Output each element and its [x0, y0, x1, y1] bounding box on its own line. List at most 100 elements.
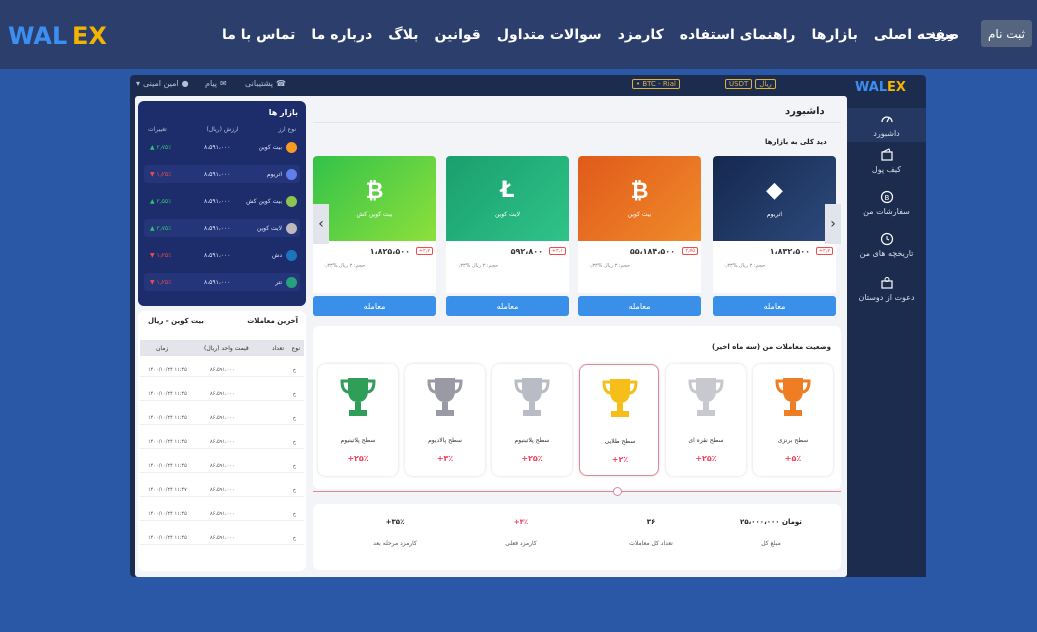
nav-guide[interactable]: راهنمای استفاده	[680, 27, 796, 43]
th-time: زمان	[156, 344, 169, 352]
market-row[interactable]: ▼ ۱٫۲۵٪ ۸،۵۹۱،۰۰۰ اتریوم	[144, 165, 300, 183]
nav-faq[interactable]: سوالات متداول	[497, 27, 602, 43]
market-price: ۸،۵۹۱،۰۰۰	[204, 197, 231, 205]
sidebar-item-orders[interactable]: B سفارشات من	[847, 190, 926, 216]
coin-card-info: ۰٫۳۳% حجم: ۳ ریال	[588, 263, 631, 269]
market-change: ▼ ۱٫۲۵٪	[150, 170, 172, 178]
level-card[interactable]: سطح پلاتینیوم +۲۵٪	[318, 364, 398, 476]
sidebar-label-invite: دعوت از دوستان	[858, 293, 915, 302]
market-coin-name: دش	[272, 251, 282, 259]
trade-time: ۱۴۰۰/۱۰/۲۴ ۱۱:۴۵	[148, 439, 187, 445]
login-button[interactable]: ورود	[930, 27, 955, 42]
market-coin-name: اتریوم	[266, 170, 282, 178]
level-name: سطح طلایی	[604, 438, 636, 445]
trade-status-panel: وضعیت معاملات من (سه ماه اخیر) سطح پلاتی…	[313, 326, 841, 489]
pair-selector[interactable]: • BTC - Rial	[632, 79, 680, 89]
level-card[interactable]: سطح نقره ای +۲۵٪	[666, 364, 746, 476]
th-unit-price: قیمت واحد (ریال)	[204, 344, 249, 352]
trade-time: ۱۴۰۰/۱۰/۲۴ ۱۱:۴۵	[148, 415, 187, 421]
coin-card-price: ۵۹۲،۸۰۰	[510, 247, 543, 256]
wallet-icon	[880, 148, 893, 161]
level-card[interactable]: سطح پالادیوم +۳٪	[405, 364, 485, 476]
coin-card: ◆ اتریوم ۱،۸۳۲،۵۰۰ +۲٫۷ ۰٫۳۳% حجم: ۳ ریال معا…	[713, 156, 836, 316]
signup-button[interactable]: ثبت نام	[981, 20, 1032, 47]
level-card[interactable]: سطح پلاتینیوم +۲۵٪	[492, 364, 572, 476]
market-row[interactable]: ▼ ۱٫۲۵٪ ۸،۵۹۱،۰۰۰ تتر	[144, 273, 300, 291]
orders-icon: B	[880, 190, 893, 204]
sidebar-label-wallet: کیف پول	[871, 165, 902, 174]
trade-button[interactable]: معامله	[713, 296, 836, 316]
sidebar-item-dashboard[interactable]: داشبورد	[847, 108, 926, 142]
trade-time: ۱۴۰۰/۱۰/۲۴ ۱۱:۴۵	[148, 463, 187, 469]
nav-fees[interactable]: کارمزد	[618, 27, 664, 43]
market-row[interactable]: ▲ ۲٫۷۵٪ ۸،۵۹۱،۰۰۰ بیت کوین	[144, 138, 300, 156]
invite-icon	[880, 277, 893, 289]
brand-logo[interactable]: WAL EX	[8, 22, 120, 50]
nav-contact[interactable]: تماس با ما	[222, 27, 295, 43]
coin-card-badge: ۲٫۷۵	[682, 247, 698, 255]
nav-about[interactable]: درباره ما	[311, 27, 372, 43]
trade-button[interactable]: معامله	[446, 296, 569, 316]
market-price: ۸،۵۹۱،۰۰۰	[204, 143, 231, 151]
coin-card-info: ۰٫۳۳% حجم: ۳ ریال	[456, 263, 499, 269]
trade-type: خ	[292, 367, 296, 373]
messages-link[interactable]: پیام ✉	[205, 79, 227, 88]
market-change: ▼ ۱٫۲۵٪	[150, 278, 172, 286]
trophy-icon	[340, 378, 376, 416]
trade-type: خ	[292, 535, 296, 541]
support-link[interactable]: پشتیبانی ☎	[245, 79, 286, 88]
summary-fee-value: +۴٪	[513, 518, 529, 526]
coin-card-badge: +۲٫۷	[415, 247, 433, 255]
nav-rules[interactable]: قوانین	[435, 27, 481, 43]
market-change: ▲ ۲٫۷۵٪	[150, 143, 172, 151]
trade-type: خ	[292, 415, 296, 421]
markets-title: بازار ها	[268, 108, 298, 117]
currency-toggle[interactable]: USDT ریال	[725, 79, 776, 89]
app-top-bar: ▾ امین امینی ● پیام ✉ پشتیبانی ☎ • BTC -…	[130, 75, 926, 96]
level-name: سطح پالادیوم	[428, 437, 462, 444]
coin-symbol-icon: ◆	[766, 178, 783, 203]
usdt-chip[interactable]: USDT	[725, 79, 753, 89]
summary-fee: +۴٪ کارمزد فعلی	[461, 518, 581, 547]
trade-price: ۸۶،۵۹۱،۰۰۰	[210, 415, 235, 421]
level-percent: +۲٪	[611, 455, 629, 464]
nav-markets[interactable]: بازارها	[811, 27, 857, 43]
summary-total-value: ۲۵،۰۰۰،۰۰۰ تومان	[740, 518, 802, 526]
level-name: سطح پلاتینیوم	[340, 437, 376, 444]
pair-chip: • BTC - Rial	[632, 79, 680, 89]
trades-title: آخرین معاملات	[247, 317, 298, 325]
level-percent: +۲۵٪	[695, 454, 717, 463]
rial-chip[interactable]: ریال	[755, 79, 776, 89]
dashboard-icon	[880, 116, 893, 123]
market-row[interactable]: ▲ ۲٫۵۵٪ ۸،۵۹۱،۰۰۰ بیت کوین کش	[144, 192, 300, 210]
market-row[interactable]: ▼ ۱٫۲۵٪ ۸،۵۹۱،۰۰۰ دش	[144, 246, 300, 264]
messages-label: پیام	[205, 79, 218, 88]
summary-total: ۲۵،۰۰۰،۰۰۰ تومان مبلغ کل	[711, 518, 831, 547]
trade-button[interactable]: معامله	[313, 296, 436, 316]
sidebar-item-invite[interactable]: دعوت از دوستان	[847, 276, 926, 302]
nav-blog[interactable]: بلاگ	[388, 27, 418, 43]
page-title: داشبورد	[785, 106, 825, 117]
level-card[interactable]: سطح طلایی +۲٪	[579, 364, 659, 476]
market-change: ▼ ۱٫۲۵٪	[150, 251, 172, 259]
trade-price: ۸۶،۵۹۱،۰۰۰	[210, 439, 235, 445]
trade-button[interactable]: معامله	[578, 296, 701, 316]
market-row[interactable]: ▲ ۲٫۷۵٪ ۸،۵۹۱،۰۰۰ لایت کوین	[144, 219, 300, 237]
level-card[interactable]: سطح برنزی +۵٪	[753, 364, 833, 476]
table-row: خ ۸۶،۵۹۱،۰۰۰ ۱۴۰۰/۱۰/۲۴ ۱۱:۴۵	[140, 363, 304, 377]
markets-panel: بازار ها تغییرات ارزش (ریال) نوع ارز ▲ ۲…	[138, 101, 306, 306]
coin-card-price: ۱،۸۳۲،۵۰۰	[769, 247, 810, 256]
coin-card-body: ۱،۸۳۲،۵۰۰ +۲٫۷ ۰٫۳۳% حجم: ۳ ریال	[713, 241, 836, 293]
level-name: سطح برنزی	[777, 437, 809, 444]
sidebar-item-wallet[interactable]: کیف پول	[847, 148, 926, 174]
coin-card-body: ۵۹۲،۸۰۰ +۲٫۱ ۰٫۳۳% حجم: ۳ ریال	[446, 241, 569, 293]
divider-dot-icon	[613, 487, 622, 496]
carousel-next-button[interactable]: ›	[825, 204, 841, 244]
main-content: بازار ها تغییرات ارزش (ریال) نوع ارز ▲ ۲…	[135, 96, 847, 577]
sidebar-item-history[interactable]: تاریخچه های من	[847, 232, 926, 258]
carousel-prev-button[interactable]: ‹	[313, 204, 329, 244]
user-menu[interactable]: ▾ امین امینی ●	[136, 79, 189, 88]
sidebar-label-history: تاریخچه های من	[859, 249, 914, 258]
app-window: ▾ امین امینی ● پیام ✉ پشتیبانی ☎ • BTC -…	[130, 75, 926, 577]
trophy-icon	[514, 378, 550, 416]
